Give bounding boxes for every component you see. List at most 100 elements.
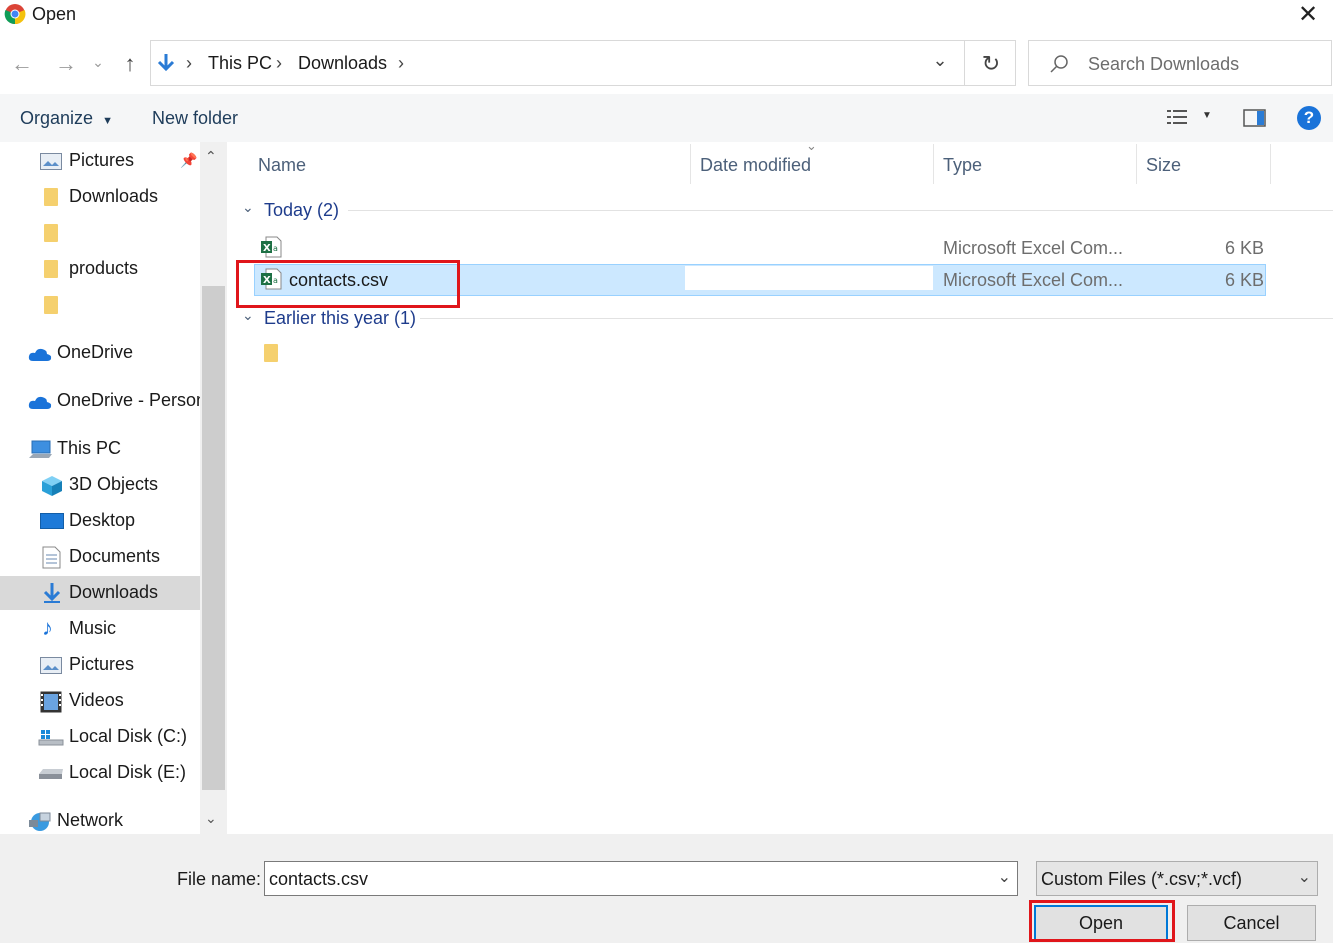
column-separator [690, 144, 691, 184]
title-bar [0, 0, 1333, 30]
sidebar-item-onedrive-personal[interactable]: OneDrive - Person [0, 384, 200, 418]
file-type-value: Custom Files (*.csv;*.vcf) [1041, 869, 1243, 889]
sidebar-item-this-pc[interactable]: This PC [0, 432, 200, 466]
pictures-icon [40, 657, 62, 674]
music-icon: ♪ [42, 615, 53, 640]
file-name-input[interactable]: contacts.csv ⌄ [264, 861, 1018, 896]
column-separator [1136, 144, 1137, 184]
breadcrumb-sep: › [398, 53, 404, 73]
view-options-icon[interactable] [1166, 108, 1190, 128]
group-divider [348, 210, 1333, 211]
breadcrumb-this-pc[interactable]: This PC [208, 53, 272, 74]
chrome-icon [4, 4, 26, 25]
file-type: Microsoft Excel Com... [943, 238, 1124, 258]
sidebar-item-videos[interactable]: Videos [0, 684, 200, 718]
breadcrumb-downloads[interactable]: Downloads [298, 53, 387, 74]
close-button[interactable]: ✕ [1291, 0, 1325, 28]
network-icon [29, 812, 51, 831]
organize-button[interactable]: Organize ▼ [20, 108, 113, 129]
column-header-type[interactable]: Type [943, 155, 982, 176]
folder-icon [44, 188, 58, 206]
excel-file-icon: Xa [261, 236, 282, 258]
sidebar-item-downloads-quick[interactable]: Downloads [0, 180, 200, 214]
svg-text:a: a [273, 244, 278, 253]
videos-icon [40, 691, 62, 713]
chevron-down-icon[interactable]: ⌄ [998, 867, 1011, 887]
column-header-size[interactable]: Size [1146, 155, 1181, 176]
sidebar-item-folder[interactable] [0, 216, 200, 250]
onedrive-icon [28, 396, 52, 409]
collapse-chevron-icon[interactable]: ⌄ [242, 199, 254, 216]
help-button[interactable]: ? [1297, 106, 1321, 130]
sidebar-item-network[interactable]: Network [0, 804, 200, 834]
3d-objects-icon [42, 476, 62, 496]
chevron-down-icon: ▼ [102, 115, 113, 127]
address-dropdown-button[interactable]: ⌄ [928, 50, 952, 76]
sidebar-item-music[interactable]: ♪ Music [0, 612, 200, 646]
sidebar-item-label: Videos [69, 690, 124, 710]
breadcrumb-sep: › [276, 53, 282, 73]
new-folder-button[interactable]: New folder [152, 108, 238, 129]
folder-icon[interactable] [264, 344, 278, 362]
sidebar-item-pictures-quick[interactable]: Pictures 📌 [0, 144, 200, 178]
chevron-down-icon: ⌄ [1297, 869, 1311, 886]
file-size: 6 KB [1225, 238, 1265, 258]
sidebar-item-label: Pictures [69, 654, 135, 674]
file-name-label: File name: [177, 869, 262, 889]
column-separator [933, 144, 934, 184]
sidebar-item-label: Local Disk (C:) [69, 726, 188, 746]
sidebar-item-onedrive[interactable]: OneDrive [0, 336, 200, 370]
address-divider [964, 41, 965, 85]
group-divider [420, 318, 1333, 319]
sidebar-item-label: Pictures [69, 150, 135, 170]
downloads-icon [43, 583, 61, 603]
group-header-today[interactable]: Today (2) [264, 200, 339, 221]
sidebar-item-downloads[interactable]: Downloads [0, 576, 200, 610]
file-size: 6 KB [1225, 270, 1265, 290]
group-header-earlier[interactable]: Earlier this year (1) [264, 308, 416, 329]
view-dropdown-icon[interactable]: ▼ [1202, 110, 1212, 121]
window-title: Open [32, 4, 77, 24]
file-type-select[interactable]: Custom Files (*.csv;*.vcf) ⌄ [1036, 861, 1318, 896]
sidebar-item-products[interactable]: products [0, 252, 200, 286]
column-header-name[interactable]: Name [258, 155, 306, 176]
sidebar-item-local-disk-e[interactable]: Local Disk (E:) [0, 756, 200, 790]
sidebar-item-documents[interactable]: Documents [0, 540, 200, 574]
folder-icon [44, 224, 58, 242]
organize-label: Organize [20, 108, 94, 128]
up-button[interactable]: ↑ [116, 50, 144, 78]
sidebar-item-label: Documents [69, 546, 161, 566]
documents-icon [42, 546, 61, 569]
sidebar-item-label: Downloads [69, 582, 159, 602]
preview-pane-icon[interactable] [1243, 108, 1267, 128]
sidebar-item-pictures[interactable]: Pictures [0, 648, 200, 682]
sidebar-item-3d-objects[interactable]: 3D Objects [0, 468, 200, 502]
sidebar-item-folder[interactable] [0, 288, 200, 322]
cancel-button[interactable]: Cancel [1187, 905, 1316, 941]
column-separator [1270, 144, 1271, 184]
forward-button[interactable]: → [52, 50, 80, 78]
sidebar-item-label: Downloads [69, 186, 159, 206]
refresh-button[interactable]: ↻ [978, 51, 1004, 77]
folder-icon [44, 296, 58, 314]
local-disk-icon [39, 769, 63, 779]
scroll-up-icon[interactable]: ⌃ [205, 148, 217, 165]
sidebar-item-label: Local Disk (E:) [69, 762, 187, 782]
file-type: Microsoft Excel Com... [943, 270, 1124, 290]
nav-scrollbar-thumb[interactable] [202, 286, 225, 790]
scroll-down-icon[interactable]: ⌄ [205, 810, 217, 827]
sidebar-item-desktop[interactable]: Desktop [0, 504, 200, 538]
local-disk-icon [38, 730, 64, 746]
onedrive-icon [28, 348, 52, 361]
sidebar-item-label: OneDrive [57, 342, 134, 362]
search-placeholder: Search Downloads [1088, 54, 1240, 74]
highlight-box-file [236, 260, 460, 308]
recent-locations-button[interactable]: ⌄ [88, 48, 108, 76]
back-button[interactable]: ← [8, 50, 36, 78]
column-header-date[interactable]: Date modified [700, 155, 811, 176]
highlight-box-open [1029, 900, 1175, 942]
navigation-pane: Pictures 📌 Downloads products OneDrive O… [0, 142, 200, 834]
folder-icon [44, 260, 58, 278]
collapse-chevron-icon[interactable]: ⌄ [242, 307, 254, 324]
sidebar-item-local-disk-c[interactable]: Local Disk (C:) [0, 720, 200, 754]
